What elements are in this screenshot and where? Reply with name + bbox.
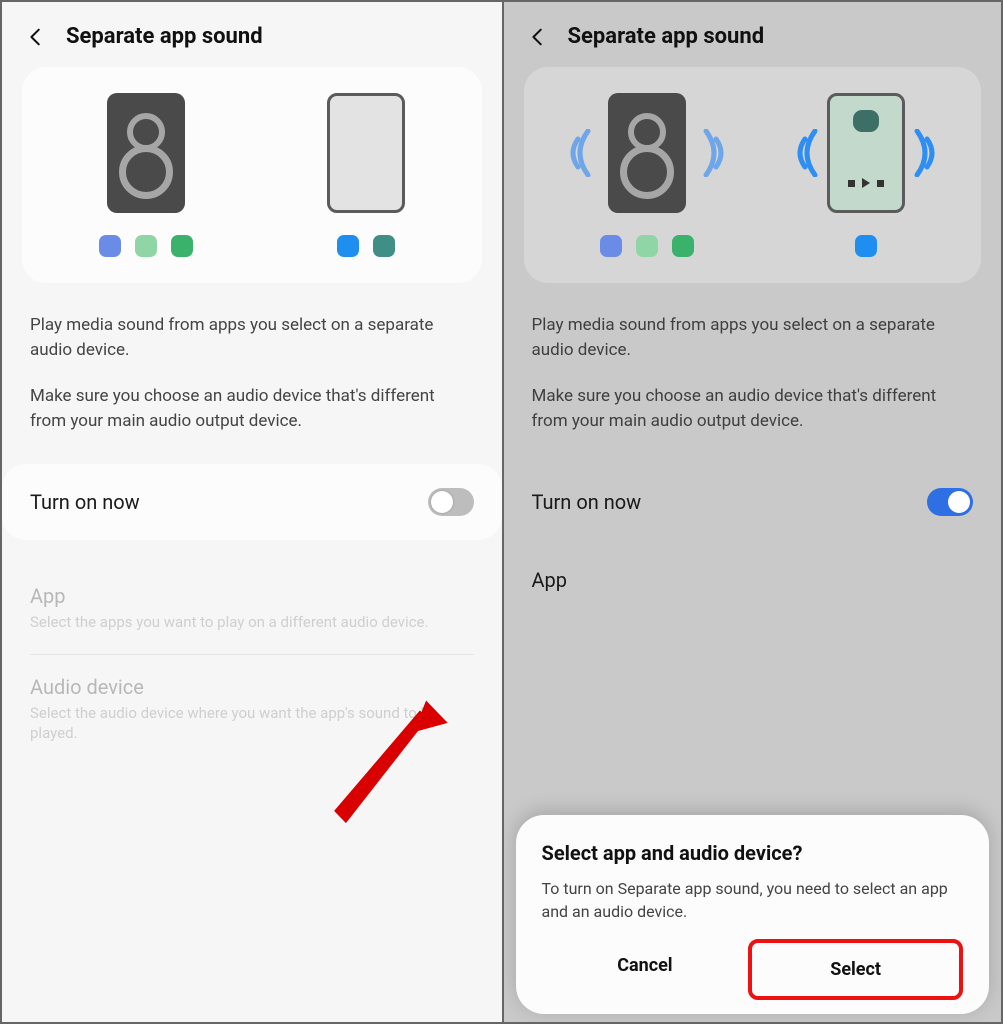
screen-left: Separate app sound: [2, 2, 502, 1022]
dialog-actions: Cancel Select: [542, 939, 964, 1000]
turn-on-toggle[interactable]: [428, 488, 474, 516]
phone-playing-icon: [827, 93, 905, 213]
page-title: Separate app sound: [66, 24, 263, 49]
app-row[interactable]: App: [504, 540, 1002, 592]
screen-right: Separate app sound: [502, 2, 1002, 1022]
audio-device-sublabel: Select the audio device where you want t…: [30, 703, 474, 744]
illustration-phone: [327, 93, 405, 257]
dot-icon: [171, 235, 193, 257]
header: Separate app sound: [504, 2, 1002, 67]
illustration-card: [22, 67, 482, 283]
turn-on-row[interactable]: Turn on now: [504, 464, 1002, 540]
back-button[interactable]: [24, 25, 48, 49]
illustration-card: [524, 67, 982, 283]
chevron-left-icon: [527, 26, 549, 48]
dot-icon: [373, 235, 395, 257]
dot-icon: [855, 235, 877, 257]
illustration-phone: [827, 93, 905, 257]
description-p2: Make sure you choose an audio device tha…: [532, 384, 974, 433]
audio-device-row: Audio device Select the audio device whe…: [2, 655, 502, 766]
dot-icon: [135, 235, 157, 257]
illustration-speaker: [600, 93, 694, 257]
back-button[interactable]: [526, 25, 550, 49]
dialog-title: Select app and audio device?: [542, 841, 964, 865]
phone-dots: [337, 235, 395, 257]
audio-device-label: Audio device: [30, 675, 474, 699]
phone-dots: [855, 235, 877, 257]
app-label: App: [30, 584, 474, 608]
app-label: App: [532, 568, 568, 592]
page-title: Separate app sound: [568, 24, 765, 49]
dot-icon: [337, 235, 359, 257]
dot-icon: [672, 235, 694, 257]
dot-icon: [600, 235, 622, 257]
turn-on-toggle[interactable]: [927, 488, 973, 516]
select-button[interactable]: Select: [748, 939, 963, 1000]
description-p2: Make sure you choose an audio device tha…: [30, 384, 474, 433]
description: Play media sound from apps you select on…: [504, 301, 1002, 464]
header: Separate app sound: [2, 2, 502, 67]
phone-icon: [327, 93, 405, 213]
speaker-icon: [107, 93, 185, 213]
cancel-button[interactable]: Cancel: [542, 939, 749, 1000]
dot-icon: [99, 235, 121, 257]
turn-on-label: Turn on now: [30, 490, 140, 514]
description-p1: Play media sound from apps you select on…: [30, 313, 474, 362]
description: Play media sound from apps you select on…: [2, 301, 502, 464]
dialog-body: To turn on Separate app sound, you need …: [542, 877, 964, 923]
chevron-left-icon: [25, 26, 47, 48]
speaker-icon: [608, 93, 686, 213]
speaker-dots: [600, 235, 694, 257]
speaker-dots: [99, 235, 193, 257]
app-sublabel: Select the apps you want to play on a di…: [30, 612, 474, 632]
turn-on-label: Turn on now: [532, 490, 642, 514]
dialog-select-app: Select app and audio device? To turn on …: [516, 815, 990, 1014]
turn-on-row[interactable]: Turn on now: [2, 464, 502, 540]
dot-icon: [636, 235, 658, 257]
app-row: App Select the apps you want to play on …: [2, 564, 502, 654]
description-p1: Play media sound from apps you select on…: [532, 313, 974, 362]
illustration-speaker: [99, 93, 193, 257]
